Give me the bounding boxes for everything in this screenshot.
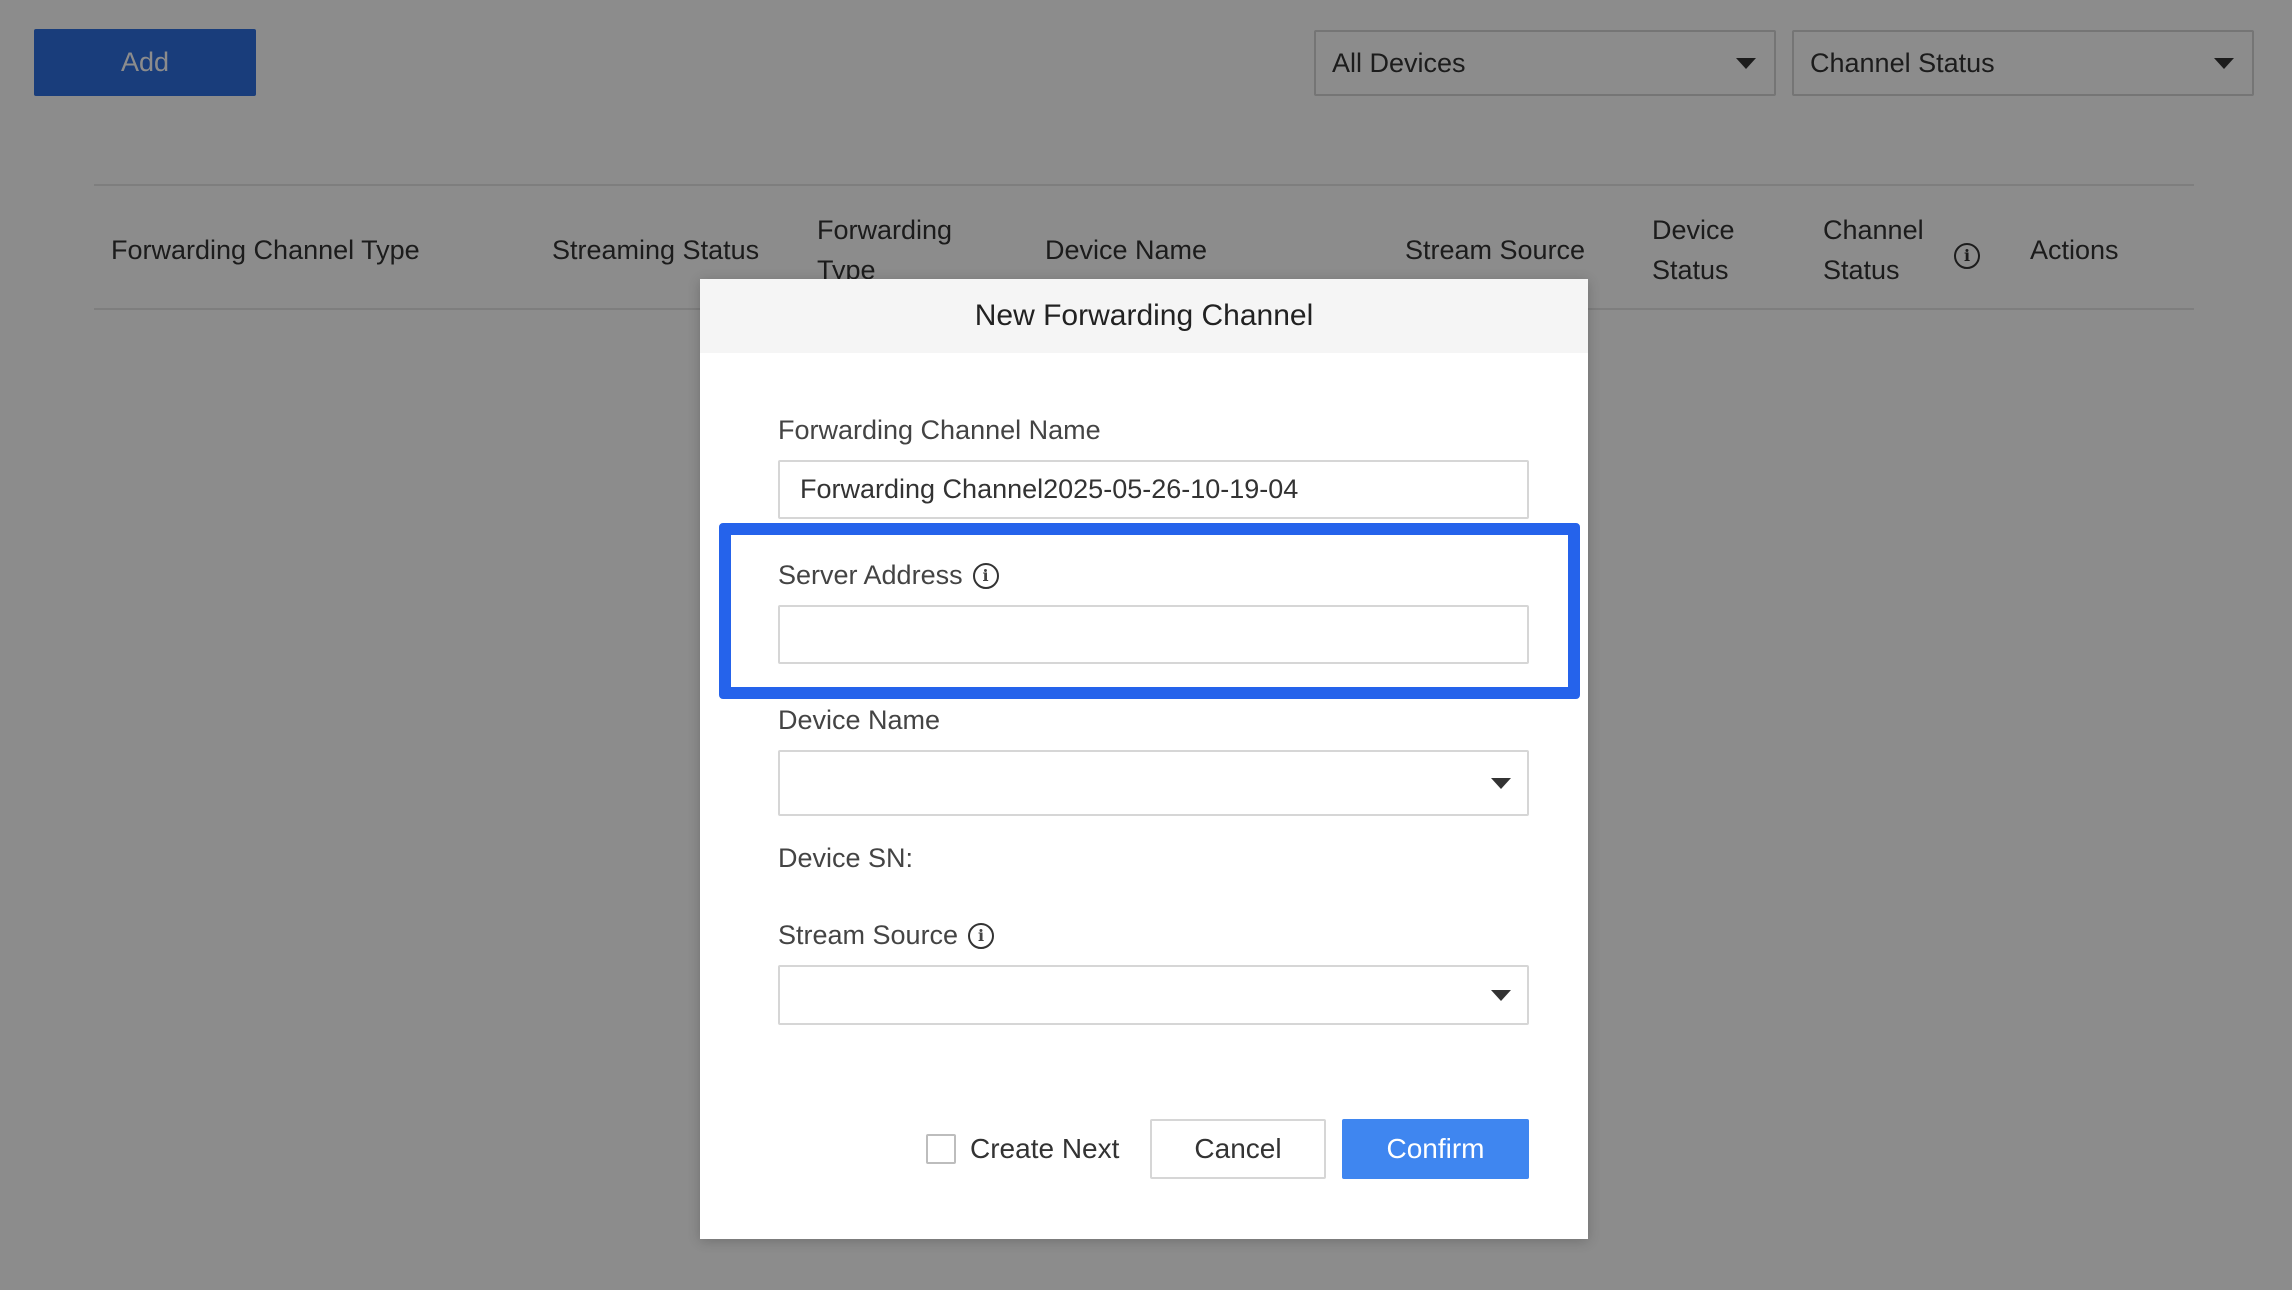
- dialog-header: New Forwarding Channel: [700, 279, 1588, 353]
- create-next-checkbox[interactable]: Create Next: [926, 1119, 1119, 1179]
- info-circle-icon[interactable]: i: [972, 562, 999, 589]
- cancel-button[interactable]: Cancel: [1150, 1119, 1326, 1179]
- channel-name-label-text: Forwarding Channel Name: [778, 415, 1101, 445]
- channel-name-input[interactable]: [778, 460, 1529, 519]
- server-address-input[interactable]: [778, 605, 1529, 664]
- create-next-label: Create Next: [970, 1133, 1120, 1164]
- server-address-label-text: Server Address: [778, 560, 963, 590]
- stream-source-label: Stream Source i: [778, 920, 995, 951]
- confirm-button[interactable]: Confirm: [1342, 1119, 1529, 1179]
- stream-source-select[interactable]: [778, 965, 1529, 1025]
- device-name-select[interactable]: [778, 750, 1529, 816]
- device-name-label-text: Device Name: [778, 705, 941, 735]
- device-name-label: Device Name: [778, 705, 940, 736]
- checkbox-box[interactable]: [926, 1134, 956, 1164]
- channel-name-label: Forwarding Channel Name: [778, 415, 1101, 446]
- stream-source-label-text: Stream Source: [778, 920, 959, 950]
- dialog-footer: Create Next Cancel Confirm: [700, 1119, 1588, 1179]
- server-address-label: Server Address i: [778, 560, 999, 591]
- caret-down-icon: [1491, 778, 1511, 789]
- caret-down-icon: [1491, 990, 1511, 1001]
- new-forwarding-channel-dialog: New Forwarding Channel Forwarding Channe…: [700, 279, 1588, 1239]
- device-sn-label: Device SN:: [778, 843, 913, 874]
- device-sn-label-text: Device SN:: [778, 843, 914, 873]
- dialog-title: New Forwarding Channel: [974, 299, 1314, 332]
- info-circle-icon[interactable]: i: [968, 922, 995, 949]
